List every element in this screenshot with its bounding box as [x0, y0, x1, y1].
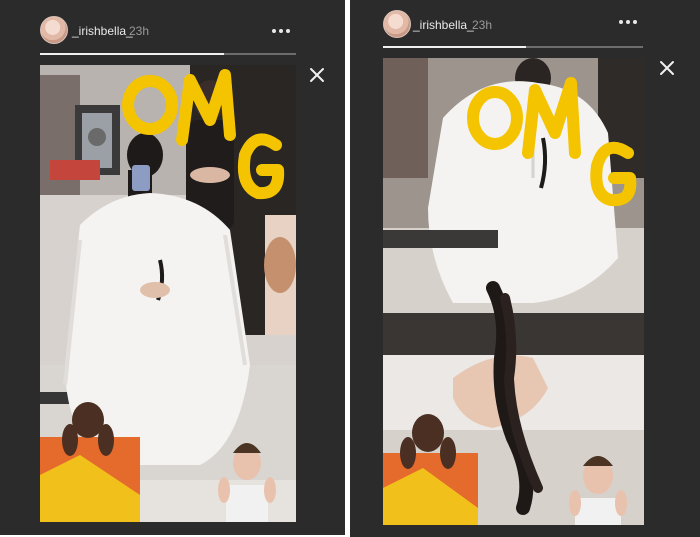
timestamp: 23h: [472, 18, 493, 32]
story-progress-fill: [383, 46, 526, 48]
story-panel-right: _irishbella_ 23h: [350, 0, 700, 537]
story-panel-left: _irishbella_ 23h: [0, 0, 345, 535]
story-progress-fill: [40, 53, 225, 55]
story-header: _irishbella_ 23h: [0, 10, 345, 48]
avatar[interactable]: [383, 10, 411, 38]
more-options-icon[interactable]: [269, 22, 293, 40]
story-header: _irishbella_ 23h: [350, 10, 700, 48]
avatar[interactable]: [40, 16, 68, 44]
salon-photo: [40, 65, 296, 522]
close-icon[interactable]: [307, 65, 327, 85]
timestamp: 23h: [129, 24, 150, 38]
story-image: [40, 65, 296, 522]
username[interactable]: _irishbella_: [413, 18, 474, 32]
username[interactable]: _irishbella_: [72, 24, 133, 38]
more-options-icon[interactable]: [616, 13, 640, 31]
story-progress-bar: [383, 46, 643, 48]
story-progress-bar: [40, 53, 296, 55]
close-icon[interactable]: [657, 58, 677, 78]
salon-mirror-photo: [383, 58, 644, 525]
story-image: [383, 58, 644, 525]
